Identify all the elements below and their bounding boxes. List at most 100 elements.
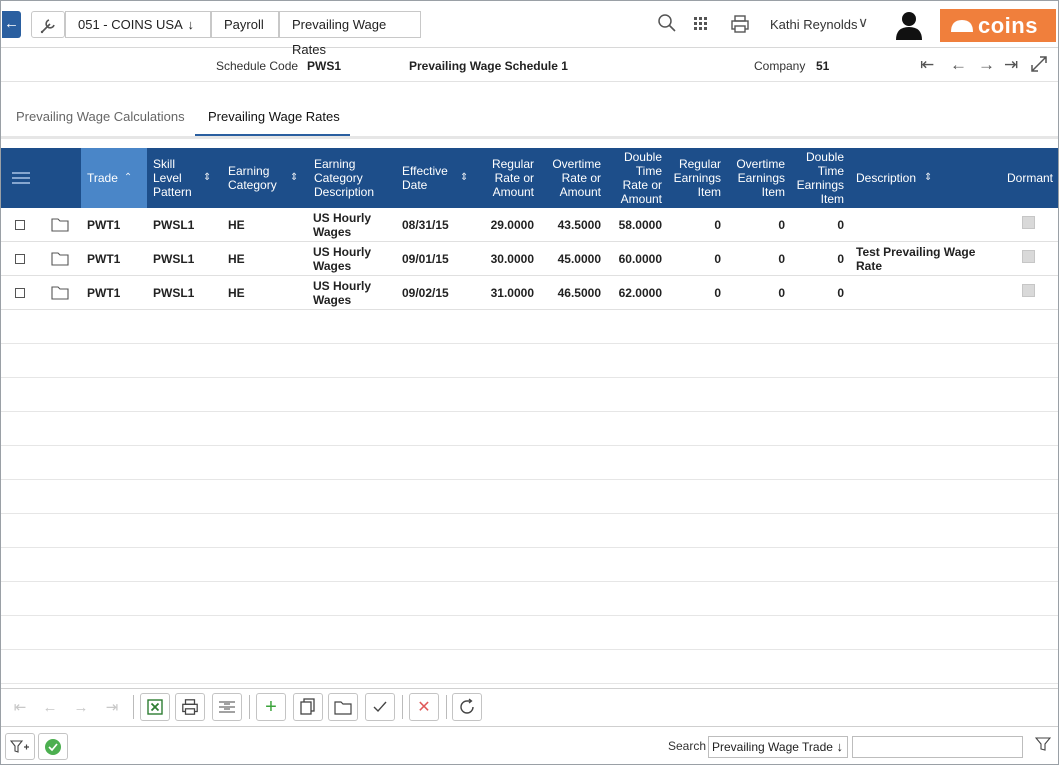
- search-field-select[interactable]: Prevailing Wage Trade ↓: [708, 736, 848, 758]
- active-tab-indicator: [195, 134, 350, 136]
- col-trade[interactable]: Trade ⌃: [81, 148, 147, 208]
- empty-row: [1, 582, 1058, 616]
- column-menu-icon[interactable]: [11, 148, 33, 208]
- wrench-icon[interactable]: [31, 11, 65, 38]
- col-description[interactable]: Description ⇕: [856, 148, 946, 208]
- cell-skill: PWSL1: [153, 217, 195, 232]
- back-arrow-icon[interactable]: ←: [2, 11, 21, 38]
- filter-icon[interactable]: [1034, 737, 1052, 756]
- empty-row: [1, 480, 1058, 514]
- tab-bar: Prevailing Wage Calculations Prevailing …: [1, 97, 1058, 139]
- cell-double-time-item: 0: [837, 251, 844, 266]
- col-overtime-rate[interactable]: Overtime Rate or Amount: [541, 148, 601, 208]
- dormant-checkbox[interactable]: [1022, 250, 1035, 263]
- row-select-checkbox[interactable]: [15, 219, 25, 230]
- columns-settings-icon[interactable]: [212, 693, 242, 721]
- table-row[interactable]: PWT1 PWSL1 HE US Hourly Wages 08/31/15 2…: [1, 208, 1058, 242]
- col-effective-date[interactable]: Effective Date ⇕: [402, 148, 472, 208]
- col-double-time-earnings-item[interactable]: Double Time Earnings Item: [793, 148, 844, 208]
- empty-row: [1, 378, 1058, 412]
- dormant-checkbox[interactable]: [1022, 216, 1035, 229]
- col-dormant[interactable]: Dormant: [996, 148, 1053, 208]
- cell-skill: PWSL1: [153, 285, 195, 300]
- next-page-icon[interactable]: →: [66, 693, 96, 721]
- cell-double-time-rate: 60.0000: [618, 251, 662, 266]
- breadcrumb-page[interactable]: Prevailing Wage Rates: [279, 11, 421, 57]
- col-skill-level-pattern[interactable]: Skill Level Pattern ⇕: [153, 148, 221, 208]
- cell-regular-rate: 30.0000: [490, 251, 534, 266]
- cell-effective-date: 08/31/15: [402, 217, 449, 232]
- cell-overtime-item: 0: [778, 251, 785, 266]
- sort-icon: ⇕: [460, 172, 469, 183]
- col-regular-rate[interactable]: Regular Rate or Amount: [479, 148, 534, 208]
- search-input[interactable]: [852, 736, 1023, 758]
- delete-icon[interactable]: ✕: [409, 693, 439, 721]
- add-icon[interactable]: +: [256, 693, 286, 721]
- first-record-icon[interactable]: ⇤: [920, 55, 934, 75]
- col-regular-earnings-item[interactable]: Regular Earnings Item: [671, 148, 721, 208]
- folder-icon[interactable]: [51, 276, 69, 309]
- folder-icon[interactable]: [328, 693, 358, 721]
- cell-trade: PWT1: [87, 285, 121, 300]
- cell-overtime-rate: 45.0000: [557, 251, 601, 266]
- previous-record-icon[interactable]: ←: [950, 55, 967, 75]
- expand-icon[interactable]: [1029, 54, 1049, 79]
- breadcrumb-company[interactable]: 051 - COINS USA ↓: [65, 11, 211, 38]
- col-earning-category[interactable]: Earning Category ⇕: [228, 148, 308, 208]
- row-select-checkbox[interactable]: [15, 287, 25, 298]
- add-filter-icon[interactable]: [5, 733, 35, 760]
- last-record-icon[interactable]: ⇥: [1004, 55, 1018, 75]
- cell-regular-rate: 29.0000: [490, 217, 534, 232]
- tab-prevailing-wage-calculations[interactable]: Prevailing Wage Calculations: [16, 109, 185, 124]
- avatar[interactable]: [894, 9, 924, 41]
- breadcrumb-module[interactable]: Payroll: [211, 11, 279, 38]
- sort-icon: ⇕: [924, 172, 933, 183]
- table-row[interactable]: PWT1 PWSL1 HE US Hourly Wages 09/02/15 3…: [1, 276, 1058, 310]
- apps-grid-icon[interactable]: [693, 16, 709, 37]
- last-page-icon[interactable]: ⇥: [97, 693, 127, 721]
- row-select-checkbox[interactable]: [15, 253, 25, 264]
- print-grid-icon[interactable]: [175, 693, 205, 721]
- dormant-checkbox[interactable]: [1022, 284, 1035, 297]
- folder-icon[interactable]: [51, 208, 69, 241]
- cell-category-description: US Hourly Wages: [313, 244, 372, 273]
- search-label: Search: [668, 739, 707, 753]
- cell-effective-date: 09/02/15: [402, 285, 449, 300]
- down-arrow-icon: ↓: [836, 739, 844, 754]
- search-field-value: Prevailing Wage Trade: [712, 740, 833, 754]
- col-double-time-rate[interactable]: Double Time Rate or Amount: [609, 148, 662, 208]
- logo-text: coins: [978, 13, 1038, 38]
- folder-icon[interactable]: [51, 242, 69, 275]
- chevron-down-icon[interactable]: ∨: [858, 14, 868, 31]
- cell-overtime-item: 0: [778, 217, 785, 232]
- app-window: ← 051 - COINS USA ↓ Payroll Prevailing W…: [0, 0, 1059, 765]
- cell-category: HE: [228, 285, 245, 300]
- printer-icon[interactable]: [730, 14, 750, 39]
- col-overtime-earnings-item[interactable]: Overtime Earnings Item: [728, 148, 785, 208]
- next-record-icon[interactable]: →: [978, 55, 995, 75]
- previous-page-icon[interactable]: ←: [35, 693, 65, 721]
- excel-export-icon[interactable]: [140, 693, 170, 721]
- copy-icon[interactable]: [293, 693, 323, 721]
- cell-description: [856, 276, 986, 309]
- cell-skill: PWSL1: [153, 251, 195, 266]
- company-value: 51: [816, 59, 830, 73]
- first-page-icon[interactable]: ⇤: [5, 693, 35, 721]
- refresh-icon[interactable]: [452, 693, 482, 721]
- cell-trade: PWT1: [87, 217, 121, 232]
- tab-prevailing-wage-rates[interactable]: Prevailing Wage Rates: [208, 109, 340, 124]
- cell-description: Test Prevailing Wage Rate: [856, 244, 976, 273]
- col-earning-category-description[interactable]: Earning Category Description: [314, 148, 394, 208]
- empty-row: [1, 514, 1058, 548]
- cell-double-time-item: 0: [837, 285, 844, 300]
- grid-header: Trade ⌃ Skill Level Pattern ⇕ Earning Cate…: [1, 148, 1058, 208]
- confirm-icon[interactable]: [38, 733, 68, 760]
- table-row[interactable]: PWT1 PWSL1 HE US Hourly Wages 09/01/15 3…: [1, 242, 1058, 276]
- cell-category: HE: [228, 251, 245, 266]
- user-name[interactable]: Kathi Reynolds: [770, 17, 857, 32]
- cell-overtime-rate: 46.5000: [557, 285, 601, 300]
- checkmark-icon[interactable]: [365, 693, 395, 721]
- sort-icon: ⇕: [203, 172, 212, 183]
- search-icon[interactable]: [657, 13, 677, 38]
- empty-row: [1, 548, 1058, 582]
